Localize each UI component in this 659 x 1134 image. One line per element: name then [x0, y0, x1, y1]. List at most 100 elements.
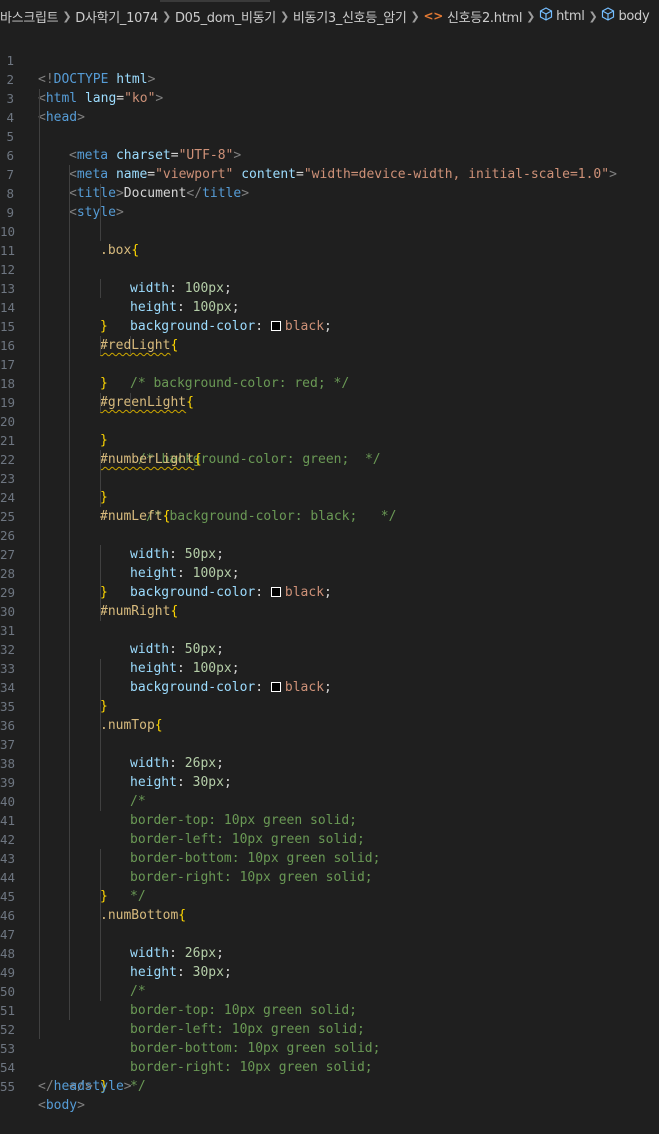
code-line[interactable]: 38 border-left: 10px green solid; — [0, 735, 659, 847]
code-line[interactable]: 39 border-bottom: 10px green solid; — [0, 754, 659, 866]
code-line[interactable]: 19 #numberLight{ — [0, 374, 659, 467]
chevron-right-icon: ❯ — [162, 9, 171, 23]
breadcrumb-item-file[interactable]: 신호등2.html — [447, 7, 523, 26]
breadcrumb-item-folder-4[interactable]: 비동기3_신호등_암기 — [293, 7, 407, 26]
indent-guide — [100, 545, 101, 564]
indent-guide — [69, 906, 70, 925]
indent-guide — [69, 849, 70, 868]
breadcrumb-item-html[interactable]: html — [556, 9, 585, 24]
code-line[interactable]: 17 /* background-color: green; */ — [0, 336, 659, 467]
code-line[interactable]: 24 height: 100px; — [0, 469, 659, 581]
code-line[interactable]: 52 } — [0, 1001, 659, 1094]
code-line[interactable]: 49 border-bottom: 10px green solid; — [0, 944, 659, 1056]
code-line[interactable]: 50 border-right: 10px green solid; — [0, 963, 659, 1075]
indent-guide — [39, 241, 40, 260]
code-line[interactable]: 28 width: 50px; — [0, 545, 659, 657]
code-line[interactable]: 3 <head> — [0, 70, 659, 125]
code-line[interactable]: 45 height: 30px; — [0, 868, 659, 980]
code-editor[interactable]: 1 <!DOCTYPE html> 2 <html lang="ko"> 3 <… — [0, 32, 659, 1113]
indent-guide — [69, 488, 70, 507]
code-line[interactable]: 46 /* — [0, 887, 659, 999]
indent-guide — [39, 374, 40, 393]
code-line[interactable]: 11 background-color: black; — [0, 222, 659, 334]
code-line[interactable]: 23 width: 50px; — [0, 450, 659, 562]
indent-guide — [39, 469, 40, 488]
indent-guide — [39, 355, 40, 374]
indent-guide — [100, 887, 101, 906]
code-line[interactable]: 32 } — [0, 621, 659, 714]
indent-guide — [39, 279, 40, 298]
code-line[interactable]: 1 <!DOCTYPE html> — [0, 32, 659, 87]
indent-guide — [69, 507, 70, 526]
breadcrumb-item-body[interactable]: body — [618, 9, 649, 24]
code-line[interactable]: 35 height: 30px; — [0, 678, 659, 790]
code-line[interactable]: 27 #numRight{ — [0, 526, 659, 619]
code-line[interactable]: 12 } — [0, 241, 659, 334]
indent-guide — [69, 697, 70, 716]
code-line[interactable]: 5 <meta name="viewport" content="width=d… — [0, 108, 659, 182]
code-line[interactable]: 29 height: 100px; — [0, 564, 659, 676]
indent-guide — [100, 659, 101, 678]
code-line[interactable]: 42 } — [0, 811, 659, 904]
code-line[interactable]: 21 } — [0, 412, 659, 505]
indent-guide — [100, 393, 101, 412]
indent-guide — [69, 830, 70, 849]
code-line[interactable]: 13 #redLight{ — [0, 260, 659, 353]
code-line[interactable]: 14 /* background-color: red; */ — [0, 279, 659, 391]
code-line[interactable]: 6 <title>Document</title> — [0, 127, 659, 201]
code-line[interactable]: 30 background-color: black; — [0, 583, 659, 695]
indent-guide — [69, 1001, 70, 1020]
indent-guide — [69, 944, 70, 963]
code-line[interactable]: 54 </head> — [0, 1039, 659, 1094]
indent-guide — [39, 1001, 40, 1020]
code-line[interactable]: 7 <style> — [0, 146, 659, 220]
indent-guide — [39, 944, 40, 963]
indent-guide — [100, 279, 101, 298]
code-line[interactable]: 4 <meta charset="UTF-8"> — [0, 89, 659, 163]
indent-guide — [39, 108, 40, 127]
code-token: < — [38, 1098, 46, 1113]
indent-guide — [39, 811, 40, 830]
indent-guide — [69, 868, 70, 887]
code-line[interactable]: 37 border-top: 10px green solid; — [0, 716, 659, 828]
code-line[interactable]: 40 border-right: 10px green solid; — [0, 773, 659, 885]
code-line[interactable]: 48 border-left: 10px green solid; — [0, 925, 659, 1037]
code-line[interactable]: 8 .box{ — [0, 165, 659, 258]
indent-guide — [69, 583, 70, 602]
indent-guide — [69, 260, 70, 279]
code-line[interactable]: 34 width: 26px; — [0, 659, 659, 771]
code-line[interactable]: 31 — [0, 602, 659, 638]
code-line[interactable]: 9 width: 100px; — [0, 184, 659, 296]
breadcrumb-item-folder-1[interactable]: 바스크립트 — [0, 7, 59, 26]
code-line[interactable]: 26 } — [0, 507, 659, 600]
code-line[interactable]: 47 border-top: 10px green solid; — [0, 906, 659, 1018]
code-line[interactable]: 41 */ — [0, 792, 659, 904]
indent-guide — [69, 431, 70, 450]
code-line[interactable]: 22 #numLeft{ — [0, 431, 659, 524]
code-line[interactable]: 15 } — [0, 298, 659, 391]
code-line[interactable]: 51 */ — [0, 982, 659, 1094]
indent-guide — [100, 849, 101, 868]
code-token: </ — [38, 1079, 54, 1094]
code-line[interactable]: 20 /* background-color: black; */ — [0, 393, 659, 524]
code-line[interactable]: 18 } — [0, 355, 659, 448]
code-line[interactable]: 16 #greenLight{ — [0, 317, 659, 410]
code-line[interactable]: 10 height: 100px; — [0, 203, 659, 315]
code-line[interactable]: 36 /* — [0, 697, 659, 809]
indent-guide — [69, 165, 70, 184]
code-line[interactable]: 2 <html lang="ko"> — [0, 51, 659, 106]
code-line[interactable]: 25 background-color: black; — [0, 488, 659, 600]
code-line[interactable]: 53 </style> — [0, 1020, 659, 1094]
indent-guide — [100, 450, 101, 469]
breadcrumb-item-folder-2[interactable]: D사학기_1074 — [75, 7, 158, 26]
indent-guide — [39, 982, 40, 1001]
indent-guide — [39, 659, 40, 678]
code-line[interactable]: 33 .numTop{ — [0, 640, 659, 733]
code-line[interactable]: 44 width: 26px; — [0, 849, 659, 961]
breadcrumb-item-folder-3[interactable]: D05_dom_비동기 — [175, 7, 276, 26]
code-line[interactable]: 55 <body> — [0, 1058, 659, 1113]
indent-guide — [69, 298, 70, 317]
indent-guide — [69, 355, 70, 374]
code-line[interactable]: 43 .numBottom{ — [0, 830, 659, 923]
indent-guide — [39, 298, 40, 317]
